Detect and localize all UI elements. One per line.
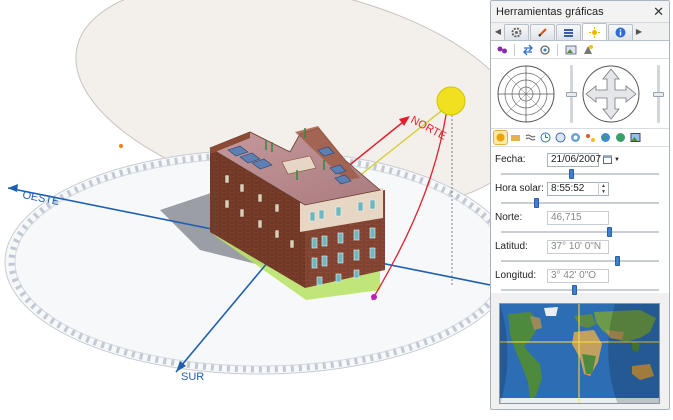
time-spinner[interactable]: ▲ ▼ (598, 181, 608, 196)
sphere-icon[interactable] (614, 131, 627, 144)
solar-time-label: Hora solar: (495, 183, 544, 194)
panel-title: Herramientas gráficas (496, 5, 604, 18)
mode-toolbar (491, 129, 669, 147)
tab-info[interactable] (608, 24, 633, 40)
longitude-slider[interactable] (495, 284, 665, 296)
close-icon[interactable]: ✕ (653, 5, 664, 18)
folder-icon[interactable] (509, 131, 522, 144)
north-field[interactable]: 46,715 (547, 210, 609, 225)
world-map-image (500, 304, 659, 403)
date-picker-button[interactable]: ▼ (603, 155, 620, 164)
tab-sun[interactable] (582, 23, 607, 40)
info-icon (615, 27, 626, 38)
orientation-controls (491, 59, 669, 129)
tab-settings[interactable] (504, 24, 529, 40)
south-label: SUR (181, 371, 204, 383)
sun-parameters: Fecha: 21/06/2007 ▼ Hora solar: 8:55:52 … (491, 147, 669, 296)
latitude-field[interactable]: 37° 10' 0"N (547, 239, 609, 254)
date-slider[interactable] (495, 168, 665, 180)
solar-time-field[interactable]: 8:55:52 ▲ ▼ (547, 181, 609, 196)
scene-viewport[interactable]: NORTE OESTE SUR (0, 0, 525, 420)
tab-scroll-right-icon[interactable]: ▶ (634, 24, 644, 40)
image-icon[interactable] (564, 43, 577, 56)
solar-time-slider[interactable] (495, 197, 665, 209)
sun-icon (589, 26, 600, 38)
chevron-down-icon: ▼ (614, 156, 620, 163)
pin-icon[interactable] (584, 131, 597, 144)
globe-icon[interactable] (554, 131, 567, 144)
footprint-icon[interactable] (495, 43, 508, 56)
longitude-field[interactable]: 3° 42' 0"O (547, 268, 609, 283)
pencil-icon (538, 28, 547, 37)
azimuth-dial[interactable] (497, 65, 555, 123)
tab-draw[interactable] (530, 24, 555, 40)
sun-sphere[interactable] (436, 86, 466, 116)
picture-icon[interactable] (629, 131, 642, 144)
north-field-label: Norte: (495, 212, 523, 223)
world-map[interactable] (499, 303, 660, 404)
tab-layers[interactable] (556, 24, 581, 40)
waves-icon[interactable] (524, 131, 537, 144)
longitude-label: Longitud: (495, 270, 537, 281)
shadow-icon[interactable] (581, 43, 594, 56)
calendar-icon (603, 155, 612, 164)
spin-down-icon[interactable]: ▼ (601, 189, 606, 195)
swap-icon[interactable] (521, 43, 534, 56)
pan-dial[interactable] (582, 65, 640, 123)
gear-icon (511, 27, 522, 38)
clock-icon[interactable] (539, 131, 552, 144)
tab-scroll-left-icon[interactable]: ◀ (493, 24, 503, 40)
north-slider[interactable] (495, 226, 665, 238)
target-icon[interactable] (569, 131, 582, 144)
latitude-label: Latitud: (495, 241, 528, 252)
sun-mode-icon[interactable] (493, 130, 508, 145)
scene-canvas: NORTE OESTE SUR (4, 0, 525, 383)
date-label: Fecha: (495, 154, 526, 165)
compass-widgets (497, 65, 640, 123)
layers-icon (564, 29, 573, 37)
tilt-slider-left[interactable] (566, 65, 577, 123)
tab-strip: ◀ ▶ (491, 23, 669, 41)
earth-icon[interactable] (599, 131, 612, 144)
date-field[interactable]: 21/06/2007 (547, 152, 601, 167)
solar-time-value: 8:55:52 (551, 183, 585, 194)
panel-title-bar[interactable]: Herramientas gráficas ✕ (491, 1, 669, 23)
tool-row (491, 41, 669, 59)
refresh-icon[interactable] (538, 43, 551, 56)
graphic-tools-panel: Herramientas gráficas ✕ ◀ ▶ Fecha: 21/06… (490, 0, 670, 410)
latitude-slider[interactable] (495, 255, 665, 267)
tilt-slider-right[interactable] (653, 65, 664, 123)
